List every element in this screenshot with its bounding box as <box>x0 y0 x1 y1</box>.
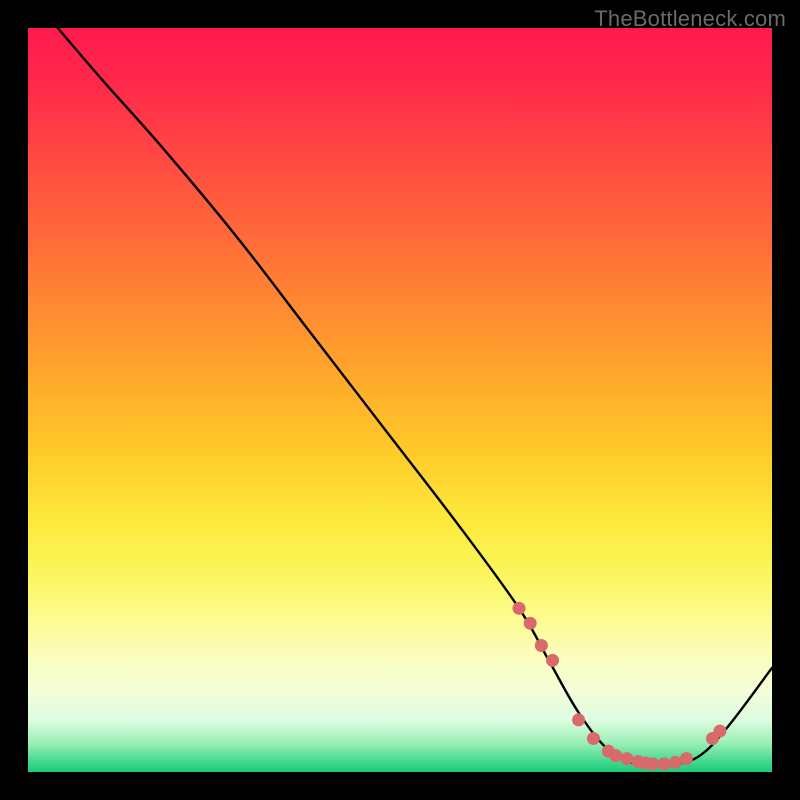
scatter-point <box>680 752 693 765</box>
scatter-point <box>620 752 633 765</box>
scatter-points <box>513 602 727 770</box>
chart-svg <box>28 28 772 772</box>
scatter-point <box>713 725 726 738</box>
scatter-point <box>535 639 548 652</box>
main-curve <box>58 28 772 766</box>
scatter-point <box>546 654 559 667</box>
scatter-point <box>572 713 585 726</box>
watermark-text: TheBottleneck.com <box>594 6 786 32</box>
scatter-point <box>513 602 526 615</box>
scatter-point <box>587 732 600 745</box>
chart-plot-area <box>28 28 772 772</box>
scatter-point <box>646 757 659 770</box>
scatter-point <box>669 756 682 769</box>
scatter-point <box>658 757 671 770</box>
scatter-point <box>609 749 622 762</box>
scatter-point <box>524 617 537 630</box>
